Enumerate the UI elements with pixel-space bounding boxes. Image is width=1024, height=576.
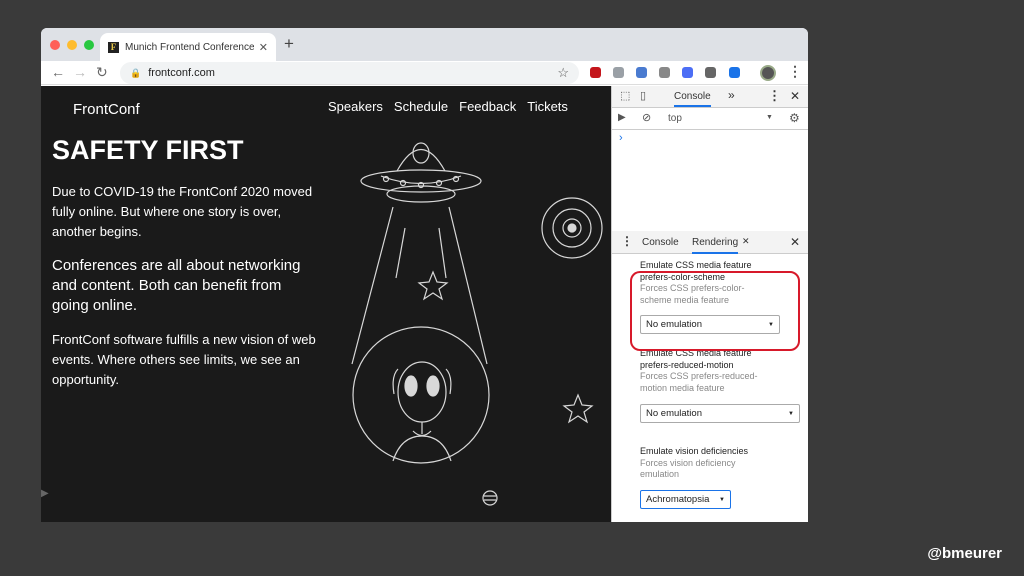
context-selector[interactable]: top	[668, 113, 682, 124]
author-handle: @bmeurer	[927, 545, 1002, 562]
favicon-icon: F	[108, 41, 119, 53]
site-navigation: Speakers Schedule Feedback Tickets	[328, 99, 568, 114]
vision-deficiency-title: Emulate vision deficiencies	[640, 446, 749, 456]
more-tabs-button[interactable]: »	[728, 88, 735, 102]
browser-window: F Munich Frontend Conference 2 ✕ + ← → ↻…	[41, 28, 808, 522]
back-button[interactable]: ←	[51, 64, 65, 80]
address-bar[interactable]: 🔒 frontconf.com ☆	[120, 62, 579, 84]
extension-icon[interactable]	[682, 67, 693, 78]
browser-menu-icon[interactable]: ⋮	[788, 63, 802, 80]
bookmark-star-icon[interactable]: ☆	[557, 65, 569, 81]
networking-paragraph: Conferences are all about networking and…	[52, 257, 301, 314]
reduced-motion-desc: Forces CSS prefers-reduced-motion media …	[640, 371, 758, 393]
nav-feedback[interactable]: Feedback	[459, 99, 516, 114]
lock-icon: 🔒	[130, 67, 142, 78]
reload-button[interactable]: ↻	[96, 64, 108, 80]
tab-title: Munich Frontend Conference 2	[125, 41, 254, 53]
close-window-button[interactable]	[50, 40, 60, 50]
device-toolbar-icon[interactable]: ▯	[640, 89, 646, 102]
page-headline: SAFETY FIRST	[52, 135, 244, 165]
clear-console-icon[interactable]: ⊘	[642, 111, 651, 124]
devtools-menu-icon[interactable]: ⋮	[768, 88, 781, 104]
profile-avatar[interactable]	[760, 65, 776, 81]
rendering-tab-close-icon[interactable]: ✕	[742, 236, 750, 247]
vision-deficiency-value: Achromatopsia	[646, 494, 710, 505]
tab-close-icon[interactable]: ✕	[259, 41, 268, 54]
reduced-motion-section: Emulate CSS media feature prefers-reduce…	[640, 348, 775, 394]
vision-deficiency-select[interactable]: Achromatopsia ▼	[640, 490, 731, 509]
drawer-tab-console[interactable]: Console	[642, 237, 679, 248]
chevron-down-icon: ▼	[788, 410, 794, 417]
drawer-menu-icon[interactable]: ⋮	[621, 234, 633, 248]
devtools-panel: ⬚ ▯ Console » ⋮ ✕ ▶ ⊘ top ▼ ⚙ › ⋮ Consol…	[611, 86, 808, 522]
tab-frontconf[interactable]: F Munich Frontend Conference 2 ✕	[100, 33, 276, 61]
sidebar-toggle-icon[interactable]: ▶	[618, 112, 626, 123]
extension-icon[interactable]	[729, 67, 740, 78]
drawer-tabs: ⋮ Console Rendering ✕ ✕	[612, 231, 808, 254]
inspect-element-icon[interactable]: ⬚	[620, 89, 630, 102]
reduced-motion-select[interactable]: No emulation ▼	[640, 404, 800, 423]
scroll-arrow-icon: ▶	[41, 488, 49, 499]
nav-schedule[interactable]: Schedule	[394, 99, 448, 114]
console-output[interactable]: ›	[612, 130, 808, 231]
tab-strip: F Munich Frontend Conference 2 ✕ +	[41, 28, 808, 61]
console-toolbar: ▶ ⊘ top ▼ ⚙	[612, 108, 808, 130]
devtools-close-icon[interactable]: ✕	[790, 89, 800, 103]
page-content: FrontConf Speakers Schedule Feedback Tic…	[41, 86, 611, 522]
extension-icon[interactable]	[659, 67, 670, 78]
drawer-tab-rendering[interactable]: Rendering	[692, 237, 739, 254]
vision-deficiency-section: Emulate vision deficiencies Forces visio…	[640, 446, 765, 481]
vision-deficiency-desc: Forces vision deficiency emulation	[640, 457, 736, 480]
context-dropdown-caret[interactable]: ▼	[766, 114, 773, 121]
new-tab-button[interactable]: +	[284, 34, 294, 54]
settings-gear-icon[interactable]: ⚙	[789, 111, 800, 125]
vision-deficiency-highlight	[630, 271, 800, 351]
window-controls	[50, 40, 94, 50]
vision-paragraph: FrontConf software fulfills a new vision…	[52, 332, 316, 387]
maximize-window-button[interactable]	[84, 40, 94, 50]
drawer-close-icon[interactable]: ✕	[790, 235, 800, 249]
devtools-main-tabs: ⬚ ▯ Console » ⋮ ✕	[612, 86, 808, 108]
reduced-motion-title: Emulate CSS media feature prefers-reduce…	[640, 348, 752, 370]
forward-button[interactable]: →	[73, 64, 87, 80]
extension-icon[interactable]	[636, 67, 647, 78]
reduced-motion-value: No emulation	[646, 408, 702, 419]
extension-icon[interactable]	[590, 67, 601, 78]
tab-console[interactable]: Console	[674, 91, 711, 107]
nav-tickets[interactable]: Tickets	[527, 99, 568, 114]
nav-speakers[interactable]: Speakers	[328, 99, 383, 114]
frontconf-logo[interactable]: FrontConf	[73, 101, 140, 118]
minimize-window-button[interactable]	[67, 40, 77, 50]
extension-icon[interactable]	[613, 67, 624, 78]
chevron-down-icon: ▼	[719, 496, 725, 503]
console-prompt: ›	[619, 132, 623, 144]
address-toolbar: ← → ↻ 🔒 frontconf.com ☆ ⋮	[41, 61, 808, 85]
extension-icon[interactable]	[705, 67, 716, 78]
intro-paragraph: Due to COVID-19 the FrontConf 2020 moved…	[52, 184, 313, 239]
url-text[interactable]: frontconf.com	[148, 67, 557, 79]
